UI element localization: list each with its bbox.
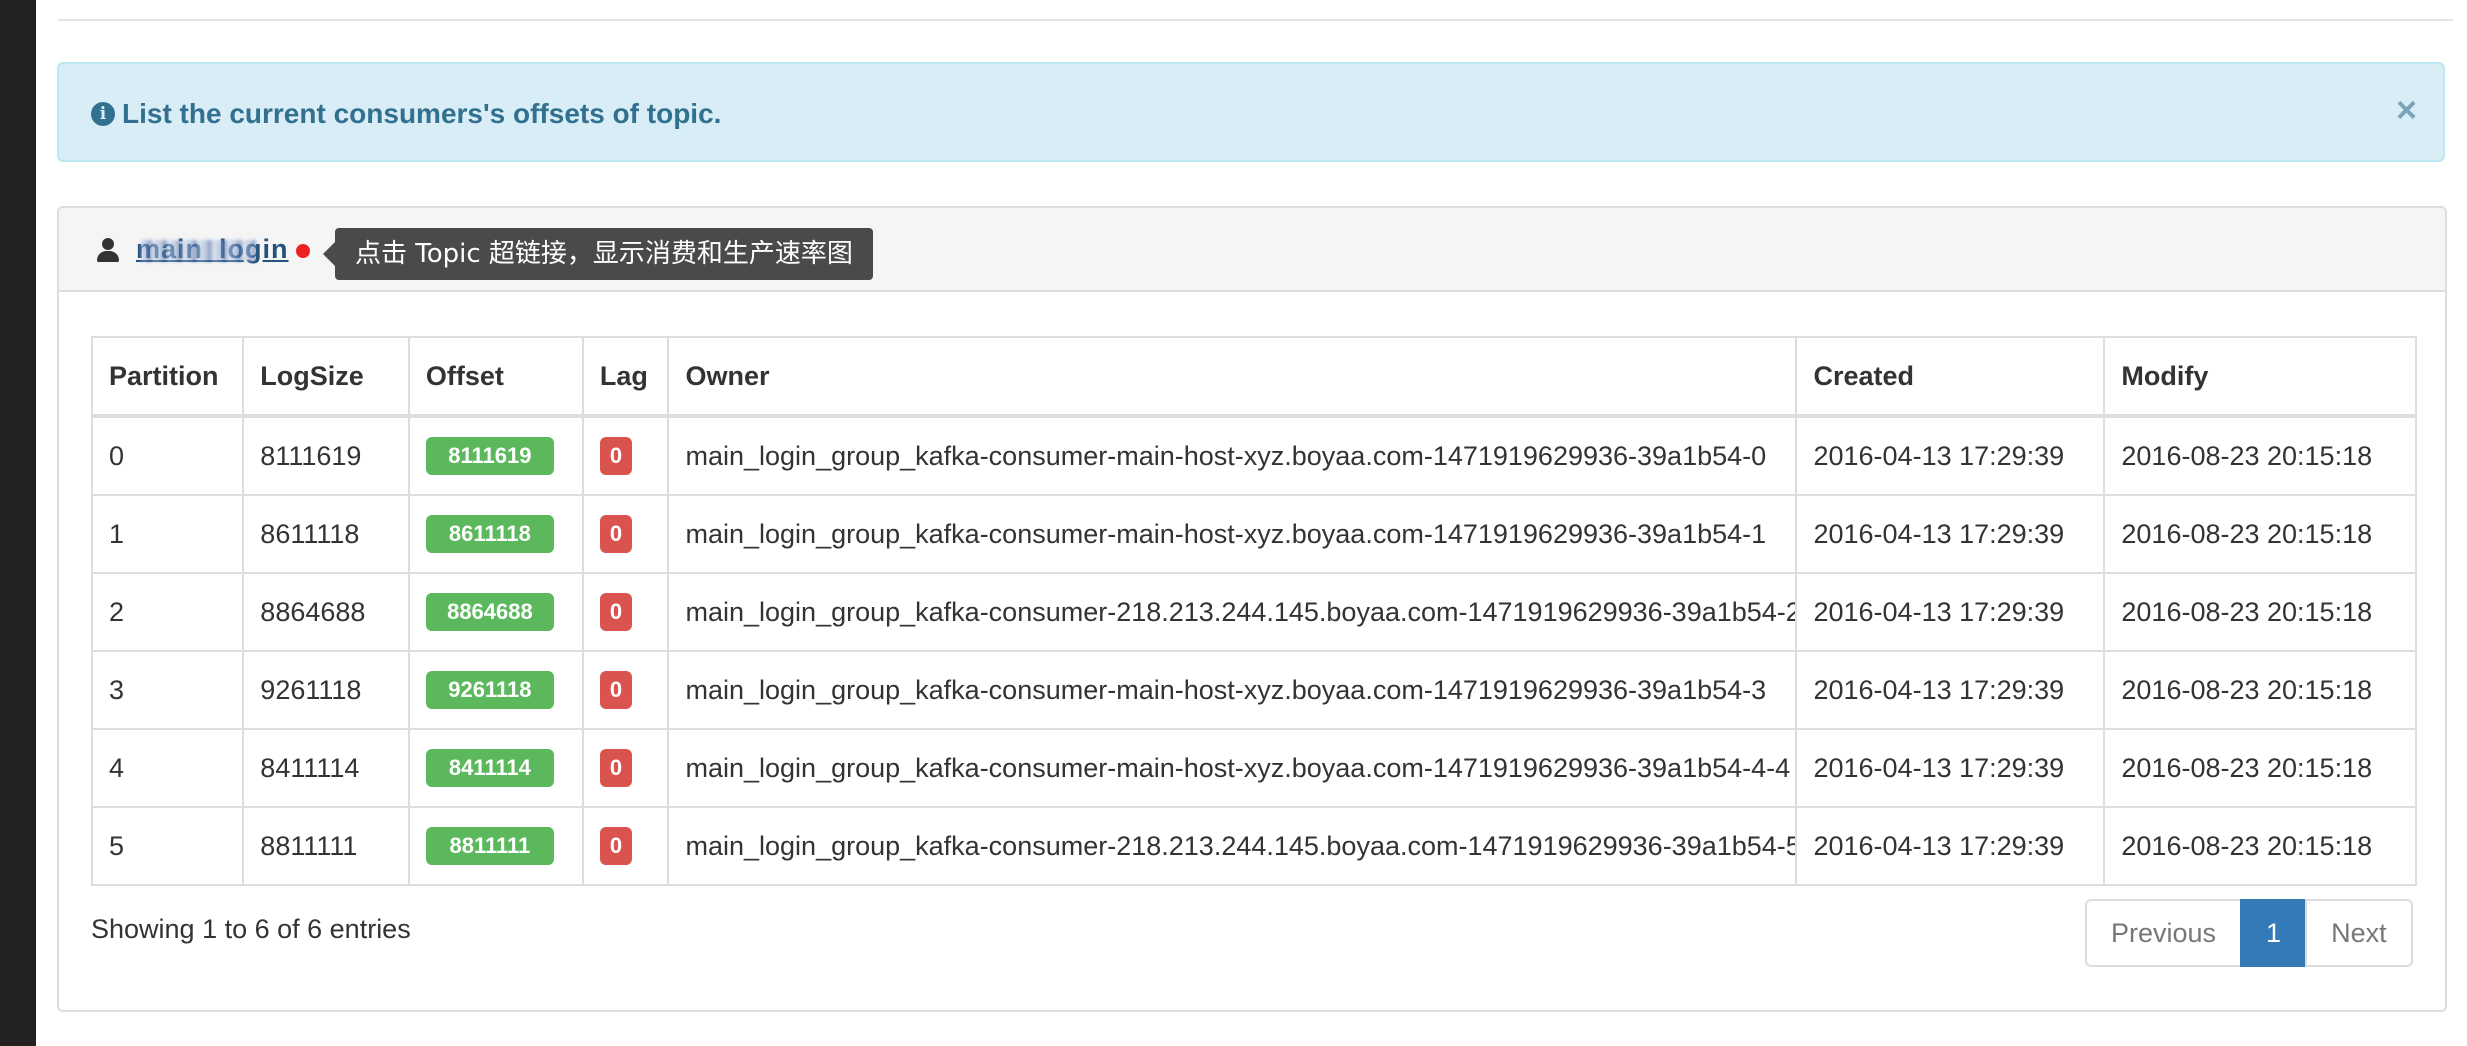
table-info: Showing 1 to 6 of 6 entries [91,914,411,944]
offset-badge: 8611118 [425,515,554,553]
created-cell: 2016-04-13 17:29:39 [1795,415,2106,496]
owner-cell: main_login_group_kafka-consumer-main-hos… [667,650,1798,730]
lag-cell: 0 [581,650,670,730]
lag-badge: 0 [599,749,633,787]
lag-badge: 0 [599,437,633,475]
created-cell: 2016-04-13 17:29:39 [1795,650,2106,730]
alert-message: List the current consumers's offsets of … [122,98,722,129]
partition-cell: 4 [90,728,245,808]
lag-cell: 0 [581,728,670,808]
column-header-logsize[interactable]: LogSize [242,336,410,418]
lag-badge: 0 [599,593,633,631]
lag-cell: 0 [581,494,670,574]
user-icon [97,238,119,262]
owner-cell: main_login_group_kafka-consumer-218.213.… [667,572,1798,652]
offsets-table: Partition LogSize Offset Lag Owner Creat… [90,336,2417,886]
partition-cell: 1 [90,494,245,574]
owner-cell: main_login_group_kafka-consumer-main-hos… [667,494,1798,574]
column-header-owner[interactable]: Owner [667,336,1798,418]
status-dot [296,244,310,258]
lag-cell: 0 [581,806,670,886]
table-row: 3 9261118 9261118 0 main_login_group_kaf… [90,650,2417,730]
column-header-created[interactable]: Created [1795,336,2106,418]
info-alert: i List the current consumers's offsets o… [57,62,2445,162]
partition-cell: 5 [90,806,245,886]
modify-cell: 2016-08-23 20:15:18 [2103,806,2417,886]
column-header-partition[interactable]: Partition [90,336,245,418]
logsize-cell: 8111619 [242,415,410,496]
owner-cell: main_login_group_kafka-consumer-218.213.… [667,806,1798,886]
panel-heading: main_login 点击 Topic 超链接，显示消费和生产速率图 [59,208,2445,292]
offset-badge: 8864688 [425,593,554,631]
offset-cell: 8411114 [407,728,584,808]
owner-cell: main_login_group_kafka-consumer-main-hos… [667,728,1798,808]
info-circle-icon: i [91,102,115,126]
logsize-cell: 8411114 [242,728,410,808]
offset-badge: 9261118 [425,671,554,709]
offset-cell: 8111619 [407,415,584,496]
modify-cell: 2016-08-23 20:15:18 [2103,572,2417,652]
consumer-offsets-panel: main_login 点击 Topic 超链接，显示消费和生产速率图 Parti… [57,206,2447,1012]
left-sidebar-edge [0,0,36,1046]
offset-badge: 8411114 [425,749,554,787]
pagination: Previous 1 Next [2085,899,2413,967]
offset-cell: 8611118 [407,494,584,574]
logsize-cell: 9261118 [242,650,410,730]
lag-badge: 0 [599,671,633,709]
modify-cell: 2016-08-23 20:15:18 [2103,415,2417,496]
modify-cell: 2016-08-23 20:15:18 [2103,494,2417,574]
column-header-modify[interactable]: Modify [2103,336,2417,418]
table-header-row: Partition LogSize Offset Lag Owner Creat… [90,336,2417,418]
owner-cell: main_login_group_kafka-consumer-main-hos… [667,415,1798,496]
created-cell: 2016-04-13 17:29:39 [1795,806,2106,886]
table-row: 1 8611118 8611118 0 main_login_group_kaf… [90,494,2417,574]
offset-cell: 9261118 [407,650,584,730]
table-row: 2 8864688 8864688 0 main_login_group_kaf… [90,572,2417,652]
next-page-button[interactable]: Next [2305,899,2413,967]
table-row: 5 8811111 8811111 0 main_login_group_kaf… [90,806,2417,886]
created-cell: 2016-04-13 17:29:39 [1795,494,2106,574]
offset-cell: 8811111 [407,806,584,886]
redaction-blur [141,240,256,262]
topic-hint-tooltip: 点击 Topic 超链接，显示消费和生产速率图 [323,228,873,280]
lag-badge: 0 [599,515,633,553]
offset-badge: 8811111 [425,827,554,865]
top-divider [58,19,2453,21]
column-header-lag[interactable]: Lag [581,336,670,418]
partition-cell: 0 [90,415,245,496]
modify-cell: 2016-08-23 20:15:18 [2103,728,2417,808]
lag-badge: 0 [599,827,633,865]
previous-page-button[interactable]: Previous [2085,899,2243,967]
page-1-button[interactable]: 1 [2240,899,2308,967]
logsize-cell: 8611118 [242,494,410,574]
logsize-cell: 8811111 [242,806,410,886]
table-row: 0 8111619 8111619 0 main_login_group_kaf… [90,415,2417,496]
created-cell: 2016-04-13 17:29:39 [1795,728,2106,808]
partition-cell: 2 [90,572,245,652]
column-header-offset[interactable]: Offset [407,336,584,418]
lag-cell: 0 [581,415,670,496]
alert-close-button[interactable]: × [2396,92,2417,128]
partition-cell: 3 [90,650,245,730]
created-cell: 2016-04-13 17:29:39 [1795,572,2106,652]
offset-badge: 8111619 [425,437,554,475]
modify-cell: 2016-08-23 20:15:18 [2103,650,2417,730]
table-row: 4 8411114 8411114 0 main_login_group_kaf… [90,728,2417,808]
logsize-cell: 8864688 [242,572,410,652]
offset-cell: 8864688 [407,572,584,652]
lag-cell: 0 [581,572,670,652]
